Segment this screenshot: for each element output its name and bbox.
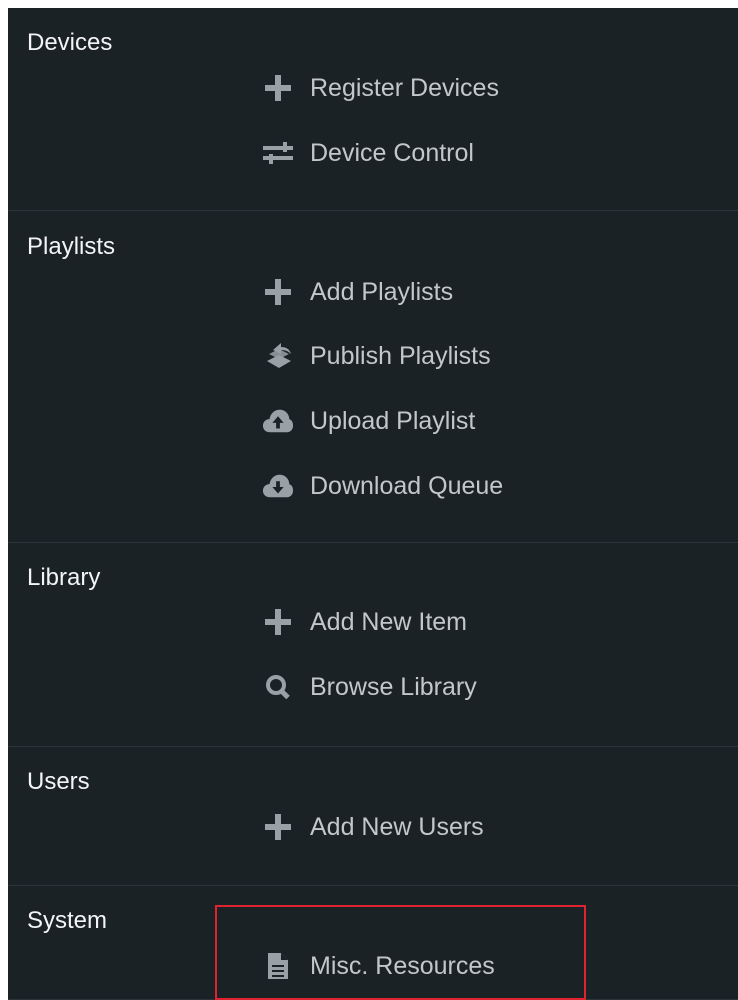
section-users: Users Add New Users bbox=[8, 747, 738, 886]
section-system: System Misc. Resources bbox=[8, 886, 738, 1000]
menu-item-add-new-users[interactable]: Add New Users bbox=[262, 804, 582, 850]
menu-item-label: Register Devices bbox=[310, 73, 499, 102]
menu-item-label: Download Queue bbox=[310, 471, 504, 500]
plus-icon bbox=[262, 811, 294, 843]
section-playlists: Playlists Add Playlists Publish Playlist… bbox=[8, 211, 738, 543]
menu-item-browse-library[interactable]: Browse Library bbox=[262, 664, 582, 710]
menu-item-misc-resources[interactable]: Misc. Resources bbox=[262, 943, 582, 989]
menu-item-label: Device Control bbox=[310, 138, 474, 167]
sliders-icon bbox=[262, 137, 294, 169]
menu-item-label: Add Playlists bbox=[310, 277, 454, 306]
side-menu: Devices Register Devices Device Control … bbox=[8, 8, 738, 1000]
menu-item-label: Misc. Resources bbox=[310, 951, 495, 980]
publish-icon bbox=[262, 340, 294, 372]
menu-item-download-queue[interactable]: Download Queue bbox=[262, 463, 582, 509]
cloud-download-icon bbox=[262, 470, 294, 502]
menu-item-add-playlists[interactable]: Add Playlists bbox=[262, 269, 582, 315]
plus-icon bbox=[262, 276, 294, 308]
section-library: Library Add New Item Browse Library bbox=[8, 543, 738, 747]
plus-icon bbox=[262, 606, 294, 638]
section-title-users: Users bbox=[27, 768, 90, 795]
section-title-library: Library bbox=[27, 564, 101, 591]
menu-item-label: Add New Users bbox=[310, 812, 484, 841]
document-icon bbox=[262, 950, 294, 982]
section-title-system: System bbox=[27, 907, 108, 934]
menu-item-register-devices[interactable]: Register Devices bbox=[262, 65, 582, 111]
menu-item-label: Upload Playlist bbox=[310, 406, 476, 435]
search-icon bbox=[262, 671, 294, 703]
menu-item-device-control[interactable]: Device Control bbox=[262, 130, 582, 176]
menu-item-upload-playlist[interactable]: Upload Playlist bbox=[262, 398, 582, 444]
section-title-devices: Devices bbox=[27, 29, 113, 56]
cloud-upload-icon bbox=[262, 405, 294, 437]
menu-item-label: Add New Item bbox=[310, 607, 468, 636]
section-title-playlists: Playlists bbox=[27, 233, 116, 260]
menu-item-publish-playlists[interactable]: Publish Playlists bbox=[262, 333, 582, 379]
menu-item-label: Browse Library bbox=[310, 672, 477, 701]
menu-item-add-new-item[interactable]: Add New Item bbox=[262, 599, 582, 645]
plus-icon bbox=[262, 72, 294, 104]
menu-item-label: Publish Playlists bbox=[310, 341, 491, 370]
section-devices: Devices Register Devices Device Control bbox=[8, 8, 738, 211]
